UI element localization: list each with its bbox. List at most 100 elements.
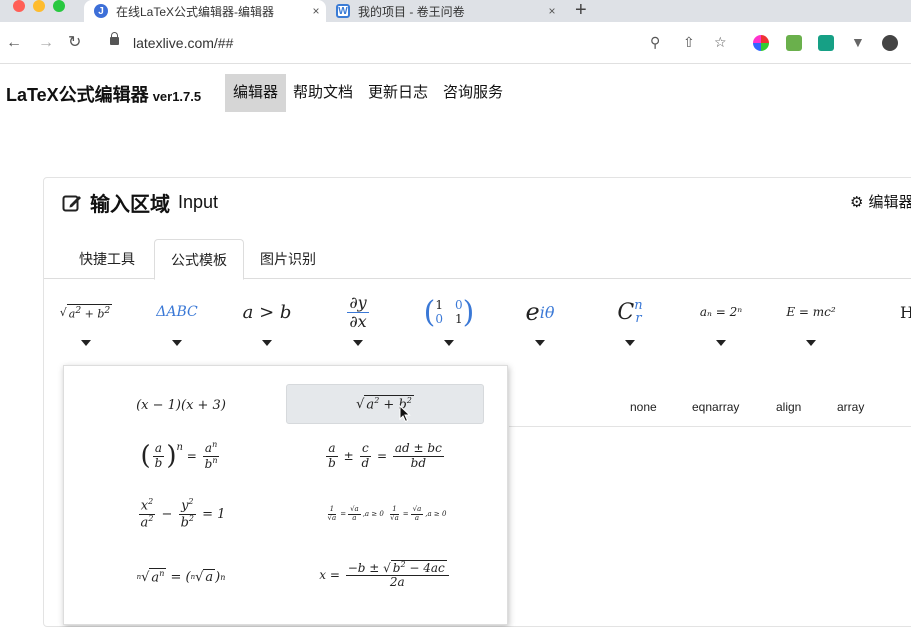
extension-printer-icon[interactable] (786, 35, 802, 51)
close-window-button[interactable] (13, 0, 25, 12)
fraction: √a a (348, 505, 361, 522)
exponent-template-button[interactable]: e iθ (500, 290, 580, 358)
close-tab-icon[interactable]: × (542, 4, 562, 18)
sqrt-template-formula: √ a2 + b2 (46, 290, 126, 334)
panel-title-text: 输入区域 (90, 194, 170, 216)
radicand: a2 + b2 (66, 303, 113, 321)
exponent: n (176, 442, 183, 453)
extension-vue-icon[interactable]: ▼ (851, 34, 865, 50)
chevron-down-icon (535, 340, 545, 346)
brand-logo[interactable]: LaTeX公式编辑器 ver1.7.5 (6, 81, 201, 107)
close-tab-icon[interactable]: × (306, 4, 326, 18)
denominator: b (328, 455, 336, 470)
tab-quick-tools[interactable]: 快捷工具 (63, 239, 151, 280)
sequence-template-button[interactable]: aₙ = 2ⁿ (681, 290, 761, 358)
matrix-template-button[interactable]: ( 10 01 ) (409, 290, 489, 358)
brand-name: LaTeX公式编辑器 (6, 85, 149, 105)
chevron-down-icon (262, 340, 272, 346)
denominator: d (361, 455, 370, 470)
denominator: bn (204, 455, 218, 471)
physics-template-button[interactable]: E = mc² (771, 290, 851, 358)
env-option-eqnarray[interactable]: eqnarray (692, 400, 739, 414)
relation-template-button[interactable]: a > b (227, 290, 307, 358)
editor-settings-button[interactable]: ⚙ 编辑器 (850, 191, 911, 212)
menu-consulting[interactable]: 咨询服务 (435, 74, 511, 112)
radicand: an (149, 568, 167, 586)
template-item-fraction-sum[interactable]: ab ± cd = ad ± bc bd (286, 436, 484, 476)
triangle-template-formula: ΔABC (137, 290, 217, 334)
derivative-template-button[interactable]: ∂y ∂x (318, 290, 398, 358)
extension-shield-icon[interactable] (818, 35, 834, 51)
tab-title: 我的项目 - 卷王问卷 (358, 4, 465, 19)
fraction: x2 a2 (138, 496, 156, 530)
extension-colorful-icon[interactable] (753, 35, 769, 51)
more-template-button[interactable]: H (862, 290, 911, 358)
panel-title-en: Input (178, 192, 219, 212)
fraction: ad ± bc bd (392, 441, 444, 469)
triangle-label: ΔABC (156, 304, 198, 320)
minimize-window-button[interactable] (33, 0, 45, 12)
share-icon[interactable]: ⇧ (683, 34, 695, 50)
combination-template-button[interactable]: Cnr (590, 290, 670, 358)
numerator: x2 (138, 496, 156, 515)
menu-changelog[interactable]: 更新日志 (360, 74, 436, 112)
app-header: LaTeX公式编辑器 ver1.7.5 编辑器 帮助文档 更新日志 咨询服务 (0, 65, 911, 119)
browser-tab-project[interactable]: W 我的项目 - 卷王问卷 × (330, 0, 562, 22)
extension-evernote-icon[interactable] (882, 35, 898, 51)
tab-title: 在线LaTeX公式编辑器-编辑器 (116, 4, 275, 19)
template-item-sqrt-sum[interactable]: √ a2 + b2 (286, 384, 484, 424)
sqrt-template-dropdown: (x − 1)(x + 3) √ a2 + b2 (a b) n = an bn ab … (63, 365, 508, 625)
back-arrow-icon[interactable]: ← (6, 34, 22, 52)
fraction: 1 √a (326, 505, 339, 522)
sequence-label: aₙ = 2ⁿ (699, 305, 743, 319)
root-index: n (190, 573, 196, 581)
exponent-base: e (525, 298, 540, 326)
right-paren: ) (166, 441, 177, 471)
menu-editor[interactable]: 编辑器 (225, 74, 287, 112)
new-tab-button[interactable]: + (575, 0, 587, 20)
template-item-quadratic[interactable]: x = −b ± √ b2 − 4ac 2a (286, 555, 484, 595)
panel-tabs: 快捷工具 公式模板 图片识别 (44, 239, 911, 280)
fraction: cd (360, 442, 372, 469)
numerator: a (152, 441, 165, 457)
tab-formula-templates[interactable]: 公式模板 (154, 239, 244, 280)
chevron-down-icon (81, 340, 91, 346)
combination-scripts: nr (634, 299, 642, 325)
exponent-power: iθ (539, 302, 555, 322)
numerator: c (360, 441, 371, 457)
bookmark-star-icon[interactable]: ☆ (714, 34, 727, 50)
combination-base: C (617, 299, 635, 325)
forward-arrow-icon[interactable]: → (38, 34, 54, 52)
url-field[interactable]: latexlive.com/## (133, 35, 233, 51)
matrix-template-formula: ( 10 01 ) (409, 290, 489, 334)
physics-template-formula: E = mc² (771, 290, 851, 334)
maximize-window-button[interactable] (53, 0, 65, 12)
triangle-template-button[interactable]: ΔABC (137, 290, 217, 358)
lock-icon[interactable] (110, 32, 119, 45)
env-option-none[interactable]: none (630, 400, 657, 414)
chevron-down-icon (353, 340, 363, 346)
chevron-down-icon (172, 340, 182, 346)
env-option-align[interactable]: align (776, 400, 801, 414)
numerator: −b ± √ b2 − 4ac (345, 559, 449, 576)
denominator: 2a (389, 575, 405, 589)
wenjuan-favicon-icon: W (336, 4, 350, 18)
settings-label: 编辑器 (868, 194, 911, 211)
derivative-template-formula: ∂y ∂x (318, 290, 398, 334)
exponent-template-formula: e iθ (500, 290, 580, 334)
template-item-product[interactable]: (x − 1)(x + 3) (82, 385, 280, 425)
tab-image-recognition[interactable]: 图片识别 (244, 239, 332, 280)
sqrt-template-button[interactable]: √ a2 + b2 (46, 290, 126, 358)
template-item-hyperbola[interactable]: x2 a2 − y2 b2 = 1 (82, 494, 280, 534)
denominator: √a (327, 513, 337, 522)
browser-tab-latex[interactable]: J 在线LaTeX公式编辑器-编辑器 × (84, 0, 326, 22)
template-item-fraction-power[interactable]: (a b) n = an bn (82, 436, 280, 476)
zoom-icon[interactable]: ⚲ (650, 34, 660, 50)
template-item-rationalize[interactable]: 1 √a = √a a ,a ≥ 0 1 √a = √a a ,a ≥ 0 (286, 494, 484, 534)
template-item-root-power[interactable]: n √ an = (n √ a) n (82, 557, 280, 597)
env-option-array[interactable]: array (837, 400, 864, 414)
reload-icon[interactable]: ↻ (68, 34, 81, 52)
numerator: ad ± bc (392, 441, 444, 457)
menu-help-docs[interactable]: 帮助文档 (285, 74, 361, 112)
fraction: √a a (410, 505, 424, 522)
